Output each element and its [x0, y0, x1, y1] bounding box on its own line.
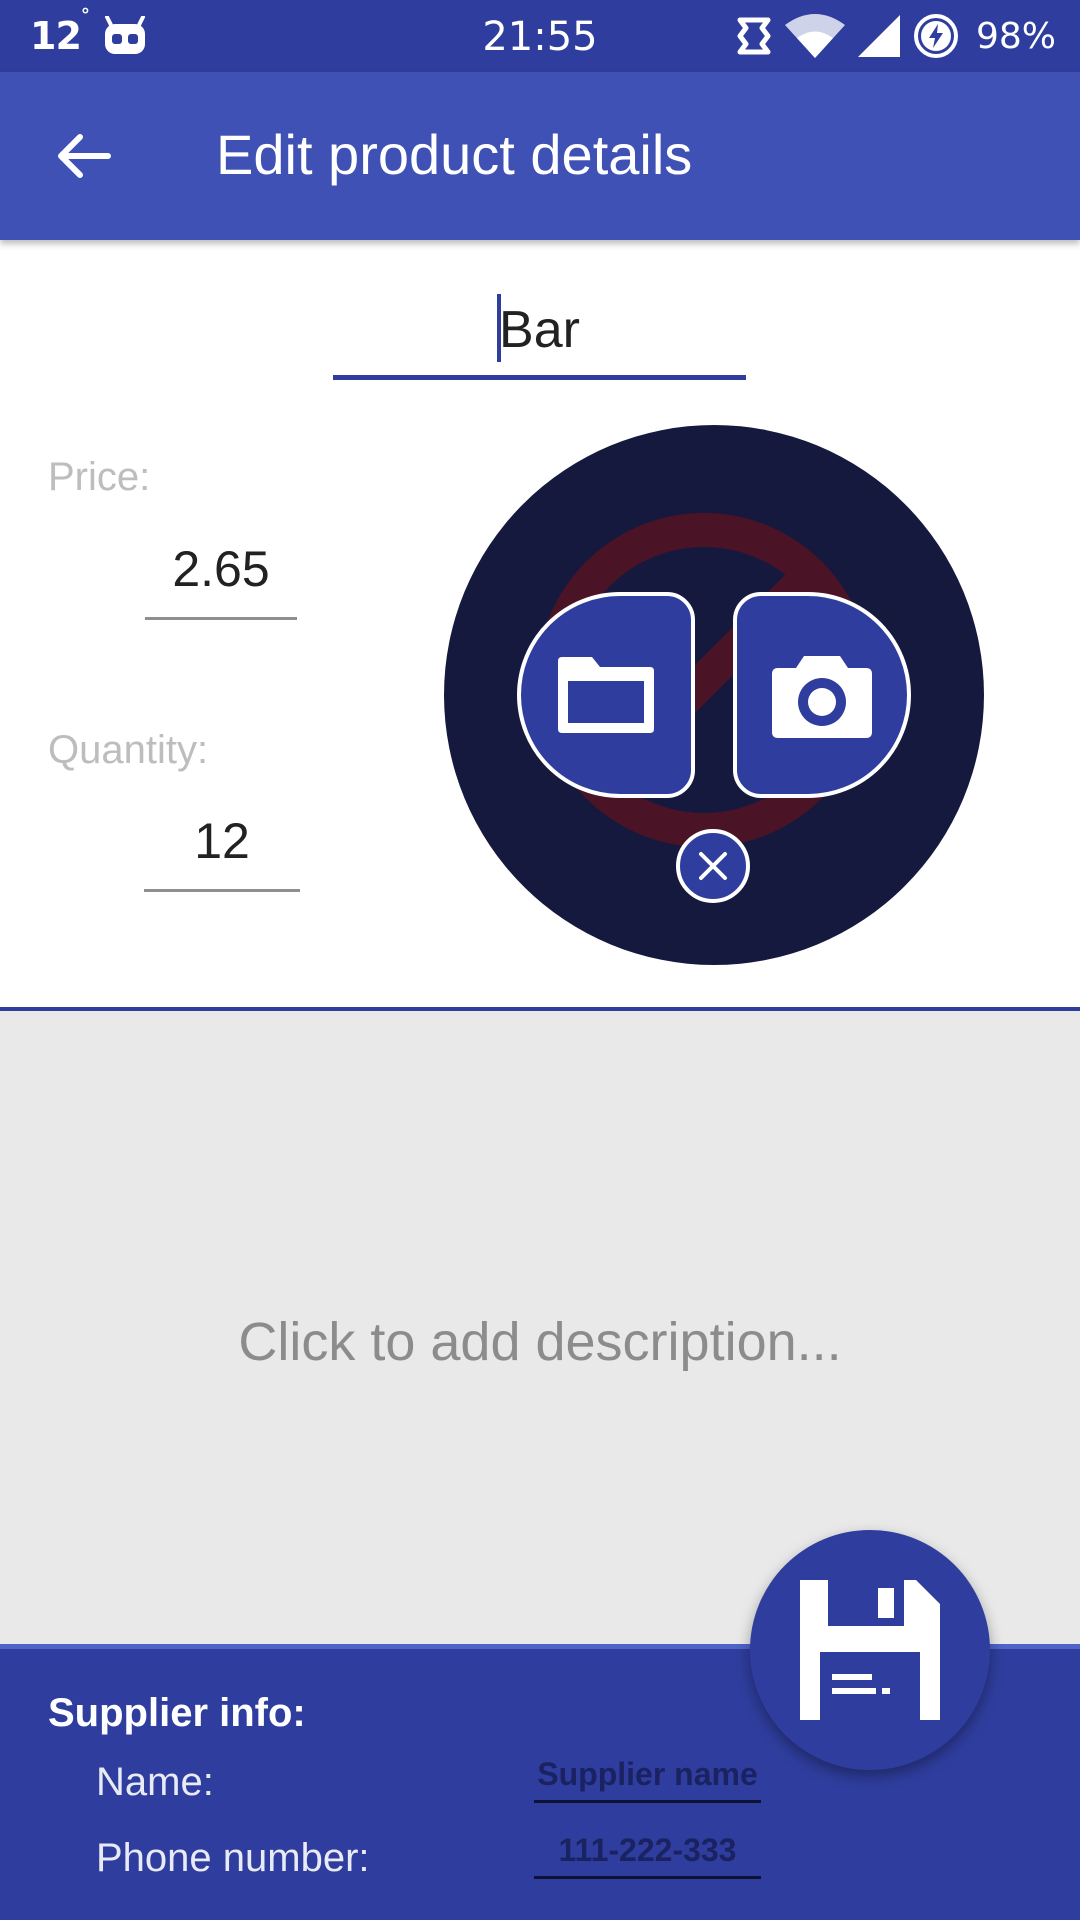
supplier-phone-input[interactable]: [534, 1825, 761, 1879]
save-button[interactable]: [750, 1530, 990, 1770]
folder-icon: [558, 657, 654, 733]
product-name-field[interactable]: [333, 290, 746, 380]
app-bar: Edit product details: [0, 72, 1080, 240]
camera-button[interactable]: [733, 592, 911, 798]
quantity-input[interactable]: 12: [144, 812, 300, 892]
supplier-phone-label: Phone number:: [96, 1836, 370, 1880]
text-cursor: [497, 294, 501, 362]
status-icons: 98%: [734, 10, 1056, 62]
price-label: Price:: [48, 455, 151, 499]
back-button[interactable]: [48, 120, 120, 192]
save-floppy-icon: [800, 1580, 940, 1720]
supplier-title: Supplier info:: [48, 1691, 306, 1735]
page-title: Edit product details: [216, 123, 693, 186]
remove-image-button[interactable]: [676, 829, 750, 903]
arrow-left-icon: [58, 134, 111, 178]
wifi-icon: [784, 14, 845, 58]
close-icon: [699, 852, 727, 880]
description-placeholder: Click to add description...: [238, 1312, 842, 1372]
product-image[interactable]: [444, 425, 984, 965]
battery-charging-icon: [913, 14, 958, 58]
status-bar: 12° 21:55 98%: [0, 0, 1080, 72]
battery-percent: 98%: [975, 15, 1056, 57]
sync-icon: [737, 17, 771, 55]
camera-icon: [772, 656, 872, 738]
quantity-label: Quantity:: [48, 728, 209, 772]
product-name-input[interactable]: [333, 290, 746, 370]
signal-icon: [857, 15, 900, 57]
supplier-name-input[interactable]: [534, 1749, 761, 1803]
price-input[interactable]: 2.65: [145, 540, 297, 620]
supplier-name-label: Name:: [96, 1760, 214, 1804]
